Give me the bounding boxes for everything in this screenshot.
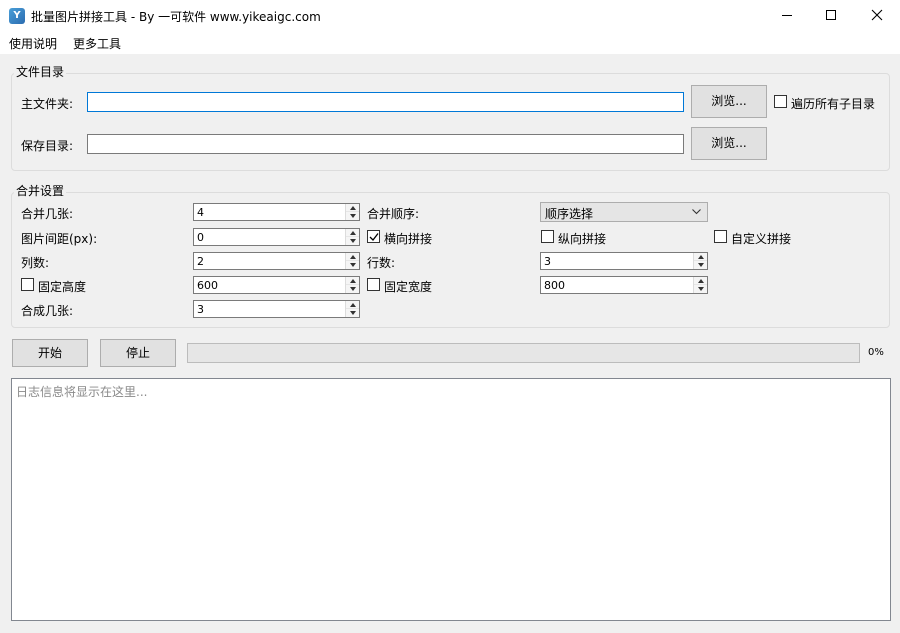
merge-count-label: 合并几张: [21,207,74,221]
merge-count-value: 4 [197,206,204,219]
merge-settings-group [11,192,890,328]
fixed-height-checkbox[interactable] [21,278,34,291]
menu-bar: 使用说明 更多工具 [0,32,900,54]
progress-bar [187,343,860,363]
horizontal-checkbox[interactable] [367,230,380,243]
rows-spinbox[interactable]: 3 [540,252,708,270]
columns-value: 2 [197,255,204,268]
merge-order-select[interactable]: 顺序选择 [540,202,708,222]
merge-settings-group-title: 合并设置 [14,182,67,199]
close-button[interactable] [854,0,900,32]
main-folder-input[interactable] [87,92,684,112]
fixed-width-value: 800 [544,279,565,292]
fixed-width-checkbox[interactable] [367,278,380,291]
horizontal-label: 横向拼接 [384,232,433,246]
columns-spinbox[interactable]: 2 [193,252,360,270]
traverse-subdirs-checkbox[interactable] [774,95,787,108]
fixed-height-label: 固定高度 [38,280,87,294]
start-button[interactable]: 开始 [12,339,88,367]
spacing-label: 图片间距(px): [21,232,98,246]
main-folder-label: 主文件夹: [21,97,74,111]
spin-up-icon[interactable] [694,277,707,285]
spin-up-icon[interactable] [346,253,359,261]
file-directory-group-title: 文件目录 [14,63,67,80]
merge-order-label: 合并顺序: [367,207,420,221]
fixed-height-spinbox[interactable]: 600 [193,276,360,294]
spin-up-icon[interactable] [346,204,359,212]
menu-item-more-tools[interactable]: 更多工具 [73,35,121,52]
save-dir-input[interactable] [87,134,684,154]
spin-down-icon[interactable] [346,261,359,269]
log-placeholder: 日志信息将显示在这里... [16,385,148,399]
browse-main-folder-button[interactable]: 浏览... [691,85,767,118]
fixed-width-spinbox[interactable]: 800 [540,276,708,294]
minimize-icon [782,15,792,16]
traverse-subdirs-label: 遍历所有子目录 [791,97,876,111]
browse-save-dir-button[interactable]: 浏览... [691,127,767,160]
merge-count-spinbox[interactable]: 4 [193,203,360,221]
maximize-button[interactable] [808,0,854,32]
window-title: 批量图片拼接工具 - By 一可软件 www.yikeaigc.com [31,10,321,24]
spin-down-icon[interactable] [346,285,359,293]
minimize-button[interactable] [764,0,810,32]
maximize-icon [826,10,836,20]
rows-label: 行数: [367,256,396,270]
progress-percent: 0% [868,347,884,358]
vertical-checkbox[interactable] [541,230,554,243]
spin-down-icon[interactable] [346,212,359,220]
stop-button[interactable]: 停止 [100,339,176,367]
output-count-spinbox[interactable]: 3 [193,300,360,318]
spacing-value: 0 [197,231,204,244]
output-count-label: 合成几张: [21,304,74,318]
rows-value: 3 [544,255,551,268]
title-bar: Y 批量图片拼接工具 - By 一可软件 www.yikeaigc.com [0,0,900,32]
chevron-down-icon [692,209,701,215]
custom-label: 自定义拼接 [731,232,792,246]
columns-label: 列数: [21,256,50,270]
checkmark-icon [369,233,379,241]
spin-down-icon[interactable] [346,237,359,245]
spin-down-icon[interactable] [694,261,707,269]
spin-up-icon[interactable] [694,253,707,261]
output-count-value: 3 [197,303,204,316]
log-textarea[interactable]: 日志信息将显示在这里... [11,378,891,621]
spin-down-icon[interactable] [346,309,359,317]
spin-down-icon[interactable] [694,285,707,293]
save-dir-label: 保存目录: [21,139,74,153]
spin-up-icon[interactable] [346,301,359,309]
fixed-height-value: 600 [197,279,218,292]
spin-up-icon[interactable] [346,229,359,237]
close-icon [871,9,883,21]
spin-up-icon[interactable] [346,277,359,285]
fixed-width-label: 固定宽度 [384,280,433,294]
merge-order-value: 顺序选择 [545,207,594,221]
spacing-spinbox[interactable]: 0 [193,228,360,246]
vertical-label: 纵向拼接 [558,232,607,246]
custom-checkbox[interactable] [714,230,727,243]
menu-item-help[interactable]: 使用说明 [9,35,57,52]
app-icon: Y [9,8,25,24]
